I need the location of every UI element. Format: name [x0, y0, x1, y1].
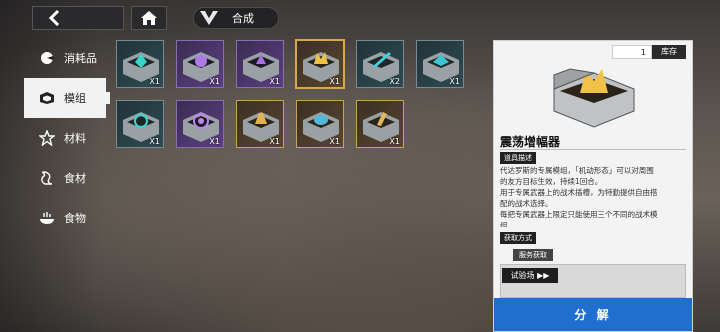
module-slot[interactable]: X1	[116, 100, 164, 148]
home-button[interactable]	[131, 6, 167, 30]
service-source-label: 服务获取	[513, 249, 553, 261]
item-quantity: X1	[269, 77, 280, 86]
item-quantity: X1	[389, 137, 400, 146]
item-name: 震荡增幅器	[500, 135, 561, 149]
item-quantity: X1	[269, 137, 280, 146]
divider	[500, 149, 686, 150]
category-sidebar: 消耗品 模组 材料 食材 食物	[24, 38, 110, 238]
module-icon	[36, 89, 58, 107]
module-slot[interactable]: X1	[296, 100, 344, 148]
item-detail-panel: 1 库存 震荡增幅器 道具描述 代达罗斯的专属模组，「机动形态」可以对周围 的友…	[493, 40, 693, 332]
sidebar-item-ingredients[interactable]: 食材	[24, 158, 106, 198]
module-case-icon	[553, 68, 635, 128]
sidebar-item-materials[interactable]: 材料	[24, 118, 106, 158]
craft-logo-icon	[194, 7, 224, 29]
synthesis-tab-label: 合成	[232, 12, 254, 25]
sidebar-item-consumables[interactable]: 消耗品	[24, 38, 106, 78]
item-quantity: X1	[209, 77, 220, 86]
item-quantity: X1	[149, 77, 160, 86]
pie-icon	[36, 49, 58, 67]
home-icon	[141, 11, 157, 25]
decompose-button[interactable]: 分 解	[494, 298, 692, 331]
module-slot-selected[interactable]: X1	[295, 39, 345, 89]
item-quantity: X2	[389, 77, 400, 86]
description-line: 组	[500, 221, 508, 227]
item-quantity: X1	[329, 137, 340, 146]
sidebar-item-label: 食物	[64, 212, 86, 225]
item-quantity: X1	[329, 77, 340, 86]
item-description: 代达罗斯的专属模组，「机动形态」可以对周围 的友方目标生效，持续1回合。 用于专…	[500, 165, 688, 227]
source-tag: 获取方式	[500, 232, 536, 244]
stock-count: 1	[612, 45, 652, 59]
module-slot[interactable]: X2	[356, 40, 404, 88]
module-slot[interactable]: X1	[236, 40, 284, 88]
star-icon	[36, 129, 58, 147]
module-slot[interactable]: X1	[416, 40, 464, 88]
sidebar-item-label: 食材	[64, 172, 86, 185]
module-slot[interactable]: X1	[236, 100, 284, 148]
description-line: 代达罗斯的专属模组，「机动形态」可以对周围	[500, 166, 654, 175]
sidebar-item-food[interactable]: 食物	[24, 198, 106, 238]
back-button[interactable]	[32, 6, 124, 30]
sidebar-item-label: 模组	[64, 92, 86, 105]
module-slot[interactable]: X1	[116, 40, 164, 88]
description-line: 的友方目标生效，持续1回合。	[500, 177, 603, 186]
description-tag: 道具描述	[500, 152, 536, 164]
item-quantity: X1	[449, 77, 460, 86]
stock-indicator: 1 库存	[612, 45, 686, 59]
item-quantity: X1	[209, 137, 220, 146]
module-slot[interactable]: X1	[176, 100, 224, 148]
description-line: 用于专属武器上的战术插槽，为特勤提供自由搭	[500, 188, 658, 197]
ingredient-icon	[36, 169, 58, 187]
module-slot[interactable]: X1	[356, 100, 404, 148]
dish-icon	[36, 209, 58, 227]
sidebar-item-label: 材料	[64, 132, 86, 145]
sidebar-item-label: 消耗品	[64, 52, 97, 65]
description-line: 配的战术选择。	[500, 199, 553, 208]
module-slot[interactable]: X1	[176, 40, 224, 88]
item-quantity: X1	[149, 137, 160, 146]
stock-label: 库存	[652, 45, 686, 59]
chevron-left-icon	[48, 10, 60, 26]
sidebar-item-modules[interactable]: 模组	[24, 78, 110, 118]
synthesis-tab[interactable]: 合成	[193, 7, 279, 29]
trial-ground-button[interactable]: 试验场 ▶▶	[502, 268, 558, 283]
description-line: 每把专属武器上限定只能使用三个不同的战术模	[500, 210, 658, 219]
